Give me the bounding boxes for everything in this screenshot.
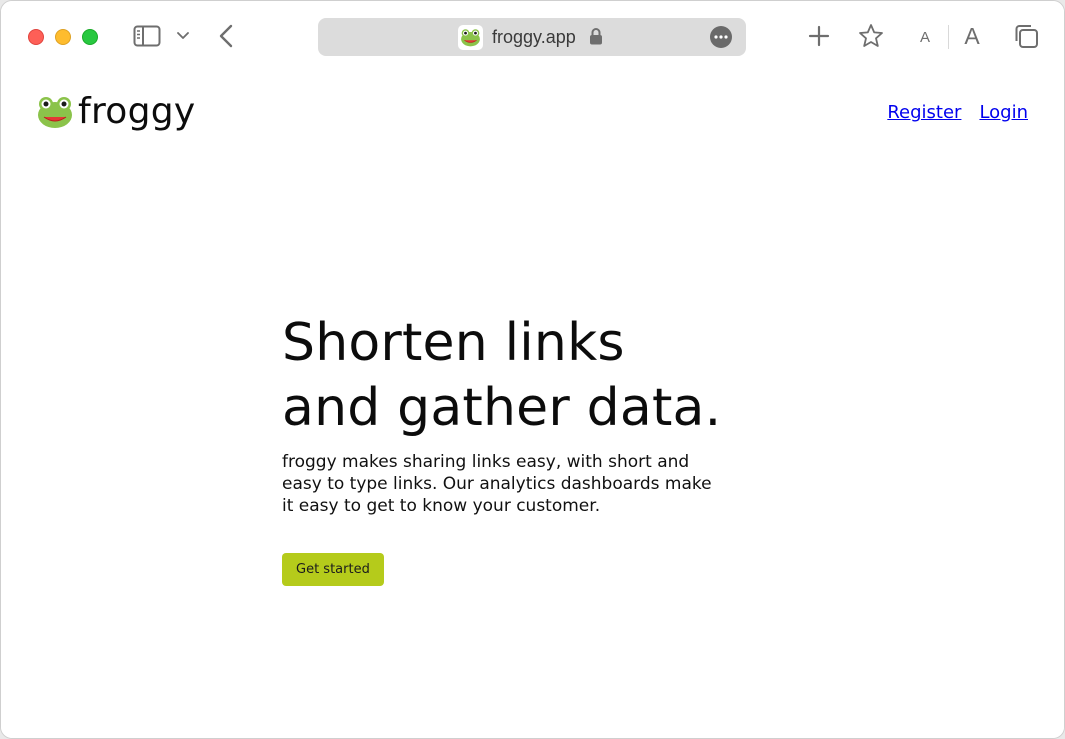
top-nav: Register Login [887, 102, 1028, 123]
frog-face-icon [36, 93, 74, 131]
toolbar-divider [948, 25, 949, 49]
web-page: froggy Register Login Shorten links and … [1, 73, 1064, 738]
sidebar-icon[interactable] [132, 24, 162, 48]
address-bar[interactable]: froggy.app [318, 18, 746, 56]
star-icon[interactable] [857, 22, 885, 50]
tabs-overview-icon[interactable] [1012, 22, 1040, 50]
decrease-font-size-button[interactable]: A [915, 25, 935, 49]
get-started-button[interactable]: Get started [282, 553, 384, 586]
brand-name: froggy [78, 91, 196, 132]
browser-toolbar: froggy.app A A [1, 1, 1064, 73]
hero-section: Shorten links and gather data. froggy ma… [282, 311, 722, 586]
hero-subtitle: froggy makes sharing links easy, with sh… [282, 452, 712, 516]
hero-title-line-1: Shorten links [282, 313, 625, 373]
url-text[interactable]: froggy.app [492, 27, 576, 48]
plus-icon[interactable] [806, 23, 832, 49]
browser-window: froggy.app A A froggy Register Login Sho… [0, 0, 1065, 739]
hero-title: Shorten links and gather data. [282, 311, 722, 441]
more-options-icon[interactable] [710, 26, 732, 48]
site-favicon-icon [458, 25, 483, 50]
hero-title-line-2: and gather data. [282, 378, 722, 438]
brand[interactable]: froggy [36, 91, 196, 132]
increase-font-size-button[interactable]: A [959, 21, 985, 51]
register-link[interactable]: Register [887, 102, 961, 123]
minimize-window-button[interactable] [55, 29, 71, 45]
login-link[interactable]: Login [979, 102, 1028, 123]
lock-icon [589, 27, 603, 45]
back-arrow-icon[interactable] [215, 23, 237, 49]
chevron-down-icon[interactable] [175, 28, 191, 44]
close-window-button[interactable] [28, 29, 44, 45]
maximize-window-button[interactable] [82, 29, 98, 45]
